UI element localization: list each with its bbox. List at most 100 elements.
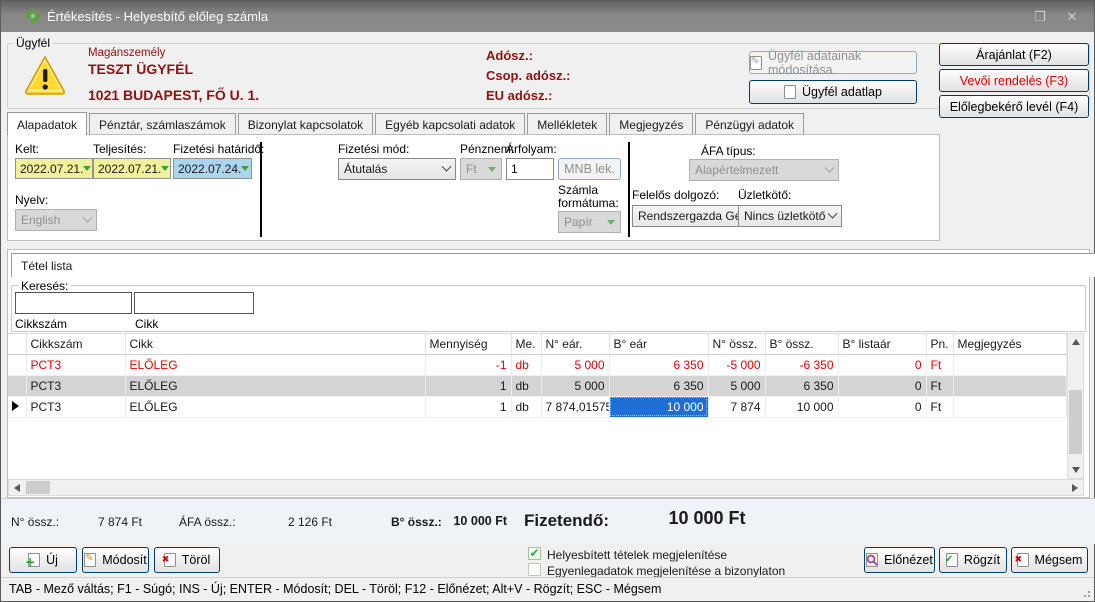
language-combo[interactable]: English	[15, 209, 97, 231]
table-cell[interactable]: 0	[838, 375, 926, 396]
column-header-9[interactable]: Pn.	[926, 334, 953, 354]
table-cell[interactable]	[953, 354, 1067, 375]
main-tab-3[interactable]: Egyéb kapcsolati adatok	[375, 113, 525, 135]
table-cell[interactable]: 7 874	[708, 396, 765, 417]
table-cell[interactable]: Ft	[926, 375, 953, 396]
save-button[interactable]: ✔ Rögzít	[939, 547, 1007, 573]
scroll-left-icon[interactable]	[14, 484, 20, 492]
column-header-10[interactable]: Megjegyzés	[953, 334, 1067, 354]
agent-combo[interactable]: Nincs üzletkötő	[738, 205, 842, 227]
table-cell[interactable]: -1	[425, 354, 511, 375]
table-cell[interactable]	[953, 396, 1067, 417]
modify-customer-button[interactable]: ✎ Ügyfél adatainak módosítása	[749, 51, 917, 74]
quote-button[interactable]: Árajánlat (F2)	[939, 43, 1089, 66]
table-cell[interactable]: Ft	[926, 354, 953, 375]
table-cell[interactable]: ELŐLEG	[125, 396, 425, 417]
search-input-cikkszam[interactable]	[15, 292, 132, 314]
delete-item-button[interactable]: ✖ Töröl	[154, 547, 220, 573]
modify-item-button[interactable]: ✎ Módosít	[82, 547, 149, 573]
teljesites-label: Teljesítés:	[93, 142, 146, 156]
scroll-up-icon[interactable]	[1072, 339, 1080, 345]
column-header-7[interactable]: B° össz.	[765, 334, 838, 354]
table-cell[interactable]: 0	[838, 396, 926, 417]
table-cell[interactable]: 0	[838, 354, 926, 375]
main-tab-6[interactable]: Pénzügyi adatok	[695, 113, 804, 135]
table-cell[interactable]: 7 874,01575	[541, 396, 609, 417]
search-input-cikk[interactable]	[134, 292, 254, 314]
table-cell[interactable]: 6 350	[609, 375, 708, 396]
table-cell[interactable]: 5 000	[541, 354, 609, 375]
currency-combo[interactable]: Ft	[460, 158, 502, 180]
maximize-button[interactable]: ❒	[1026, 7, 1054, 27]
main-tab-5[interactable]: Megjegyzés	[609, 113, 693, 135]
vat-type-combo[interactable]: Alapértelmezett	[689, 159, 839, 181]
v-scrollbar[interactable]	[1067, 333, 1084, 479]
tab-tetel-lista[interactable]: Tétel lista	[11, 253, 1095, 277]
column-header-0[interactable]: Cikkszám	[26, 334, 125, 354]
h-scroll-thumb[interactable]	[26, 481, 50, 494]
window-titlebar[interactable]: Értékesítés - Helyesbítő előleg számla ❒…	[1, 1, 1094, 32]
main-tab-1[interactable]: Pénztár, számlaszámok	[89, 113, 236, 135]
column-header-5[interactable]: B° eár	[609, 334, 708, 354]
teljesites-datefield[interactable]: 2022.07.21.	[93, 158, 171, 179]
fizmod-label: Fizetési mód:	[338, 142, 409, 156]
items-grid-area: CikkszámCikkMennyiségMe.N° eár.B° eárN° …	[8, 333, 1067, 479]
table-cell[interactable]: db	[511, 375, 541, 396]
table-cell[interactable]: -5 000	[708, 354, 765, 375]
advance-request-button[interactable]: Előlegbekérő levél (F4)	[939, 95, 1089, 118]
invoice-format-combo[interactable]: Papír	[558, 211, 621, 233]
preview-button[interactable]: Előnézet	[864, 547, 935, 573]
column-header-4[interactable]: N° eár.	[541, 334, 609, 354]
table-row[interactable]: PCT3ELŐLEG-1db5 0006 350-5 000-6 3500Ft	[8, 354, 1067, 375]
kelt-datefield[interactable]: 2022.07.21.	[15, 158, 93, 179]
v-scroll-thumb[interactable]	[1069, 390, 1082, 454]
mnb-button[interactable]: MNB lek.	[558, 158, 621, 180]
scroll-down-icon[interactable]	[1072, 467, 1080, 473]
table-cell[interactable]: db	[511, 396, 541, 417]
table-row[interactable]: PCT3ELŐLEG1db5 0006 3505 0006 3500Ft	[8, 375, 1067, 396]
table-cell[interactable]: PCT3	[26, 354, 125, 375]
table-cell[interactable]: db	[511, 354, 541, 375]
checkbox-helyesbitett[interactable]: ✔	[528, 547, 541, 560]
main-tab-2[interactable]: Bizonylat kapcsolatok	[238, 113, 373, 135]
table-cell[interactable]: 6 350	[765, 375, 838, 396]
column-header-8[interactable]: B° listaár	[838, 334, 926, 354]
h-scrollbar[interactable]	[8, 479, 1084, 496]
resize-grip[interactable]	[1081, 588, 1091, 598]
main-tab-4[interactable]: Mellékletek	[527, 113, 607, 135]
scroll-right-icon[interactable]	[1072, 484, 1078, 492]
table-cell[interactable]: 1	[425, 375, 511, 396]
hatarido-datefield[interactable]: 2022.07.24.	[173, 158, 252, 179]
main-tab-0[interactable]: Alapadatok	[7, 112, 87, 135]
table-cell[interactable]: PCT3	[26, 396, 125, 417]
table-cell[interactable]	[953, 375, 1067, 396]
table-cell[interactable]: ELŐLEG	[125, 375, 425, 396]
customer-name: TESZT ÜGYFÉL	[88, 61, 193, 77]
table-cell[interactable]: PCT3	[26, 375, 125, 396]
column-header-3[interactable]: Me.	[511, 334, 541, 354]
customer-datasheet-button[interactable]: Ügyfél adatlap	[749, 80, 917, 104]
column-header-6[interactable]: N° össz.	[708, 334, 765, 354]
column-header-1[interactable]: Cikk	[125, 334, 425, 354]
cancel-button[interactable]: ✖ Mégsem	[1011, 547, 1088, 573]
confirm-icon: ✔	[946, 553, 958, 567]
customer-order-button[interactable]: Vevői rendelés (F3)	[939, 69, 1089, 92]
table-row[interactable]: PCT3ELŐLEG1db7 874,0157510 0007 87410 00…	[8, 396, 1067, 417]
table-cell[interactable]: 1	[425, 396, 511, 417]
payment-method-combo[interactable]: Átutalás	[338, 158, 456, 180]
checkbox-egyenleg[interactable]	[528, 563, 541, 576]
table-cell[interactable]: 6 350	[609, 354, 708, 375]
new-item-button[interactable]: + Új	[9, 547, 77, 573]
table-cell[interactable]: 5 000	[708, 375, 765, 396]
table-cell[interactable]: Ft	[926, 396, 953, 417]
add-icon: +	[28, 553, 40, 567]
table-cell[interactable]: 10 000	[765, 396, 838, 417]
exchange-rate-input[interactable]	[506, 158, 554, 180]
table-cell[interactable]: 10 000	[609, 396, 708, 417]
table-cell[interactable]: -6 350	[765, 354, 838, 375]
table-cell[interactable]: ELŐLEG	[125, 354, 425, 375]
statusbar-text: TAB - Mező váltás; F1 - Súgó; INS - Új; …	[9, 582, 661, 596]
column-header-2[interactable]: Mennyiség	[425, 334, 511, 354]
close-button[interactable]: ✕	[1058, 7, 1086, 27]
table-cell[interactable]: 5 000	[541, 375, 609, 396]
